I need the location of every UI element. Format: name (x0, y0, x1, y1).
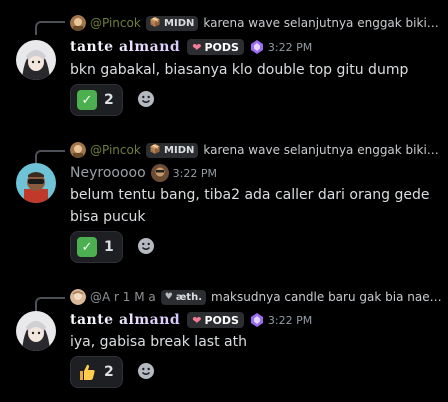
reply-connector (35, 21, 65, 35)
anime-avatar-icon (16, 40, 56, 80)
reaction-check[interactable]: ✓ 2 (70, 84, 123, 116)
smiley-icon (138, 238, 154, 254)
server-tag: 📦 MIDN (145, 15, 199, 31)
reaction-check[interactable]: ✓ 1 (70, 231, 123, 263)
avatar[interactable] (16, 40, 56, 80)
timestamp: 3:22 PM (267, 40, 313, 54)
server-tag: 📦 MIDN (145, 142, 199, 158)
avatar[interactable] (16, 311, 56, 351)
server-tag-label: PODS (204, 40, 239, 54)
replied-text: karena wave selanjutnya enggak bikin ... (203, 16, 442, 30)
replied-user-avatar (70, 142, 86, 158)
message-header: tante almand ❤ PODS 3:22 PM (70, 37, 312, 57)
anime-avatar-icon (16, 311, 56, 351)
replied-username[interactable]: @A r 1 M a (90, 290, 156, 304)
message-text: belum tentu bang, tiba2 ada caller dari … (70, 187, 430, 225)
smiley-icon (138, 91, 154, 107)
reaction-count: 2 (104, 92, 114, 108)
message-text: iya, gabisa break last ath (70, 334, 247, 350)
message-text: bkn gabakal, biasanya klo double top git… (70, 62, 409, 78)
server-tag-label: MIDN (164, 17, 195, 29)
reaction-thumbs-up[interactable]: 2 (70, 356, 123, 388)
reply-preview[interactable]: @Pincok 📦 MIDN karena wave selanjutnya en… (70, 141, 442, 159)
replied-user-avatar (70, 289, 86, 305)
server-tag-label: æth. (175, 291, 203, 303)
username[interactable]: Neyrooooo (70, 165, 146, 181)
replied-user-avatar (70, 15, 86, 31)
replied-username[interactable]: @Pincok (90, 16, 141, 30)
reply-connector (35, 297, 65, 311)
replied-username[interactable]: @Pincok (90, 143, 141, 157)
heart-icon: ♥ (164, 292, 173, 302)
cartoon-avatar-icon (16, 163, 56, 203)
reaction-count: 2 (104, 364, 114, 380)
username[interactable]: tante almand (70, 312, 180, 328)
reply-preview[interactable]: @A r 1 M a ♥ æth. maksudnya candle baru g… (70, 288, 442, 306)
replied-text: karena wave selanjutnya enggak bikin ... (203, 143, 442, 157)
heart-icon: ❤ (192, 40, 202, 54)
box-icon: 📦 (149, 145, 162, 155)
add-reaction-button[interactable] (133, 86, 159, 112)
box-icon: 📦 (149, 18, 162, 28)
server-tag-label: MIDN (164, 144, 195, 156)
smiley-icon (138, 363, 154, 379)
guild-badge-icon (150, 164, 169, 182)
server-tag-label: PODS (204, 313, 239, 327)
reply-connector (35, 150, 65, 164)
reply-preview[interactable]: @Pincok 📦 MIDN karena wave selanjutnya en… (70, 14, 442, 32)
add-reaction-button[interactable] (133, 233, 159, 259)
reaction-count: 1 (104, 239, 114, 255)
check-mark-icon: ✓ (77, 90, 97, 110)
check-mark-icon: ✓ (77, 237, 97, 257)
booster-badge-icon (250, 313, 263, 327)
message-header: tante almand ❤ PODS 3:22 PM (70, 310, 312, 330)
server-tag: ❤ PODS (187, 39, 244, 55)
timestamp: 3:22 PM (172, 166, 217, 180)
avatar[interactable] (16, 163, 56, 203)
heart-icon: ❤ (192, 313, 202, 327)
server-tag: ❤ PODS (187, 312, 244, 328)
timestamp: 3:22 PM (267, 313, 313, 327)
thumbs-up-icon (77, 362, 97, 382)
replied-text: maksudnya candle baru gak bia naek ... (211, 290, 442, 304)
message-header: Neyrooooo 3:22 PM (70, 163, 217, 183)
add-reaction-button[interactable] (133, 358, 159, 384)
server-tag: ♥ æth. (160, 289, 207, 305)
booster-badge-icon (250, 40, 263, 54)
username[interactable]: tante almand (70, 39, 180, 55)
